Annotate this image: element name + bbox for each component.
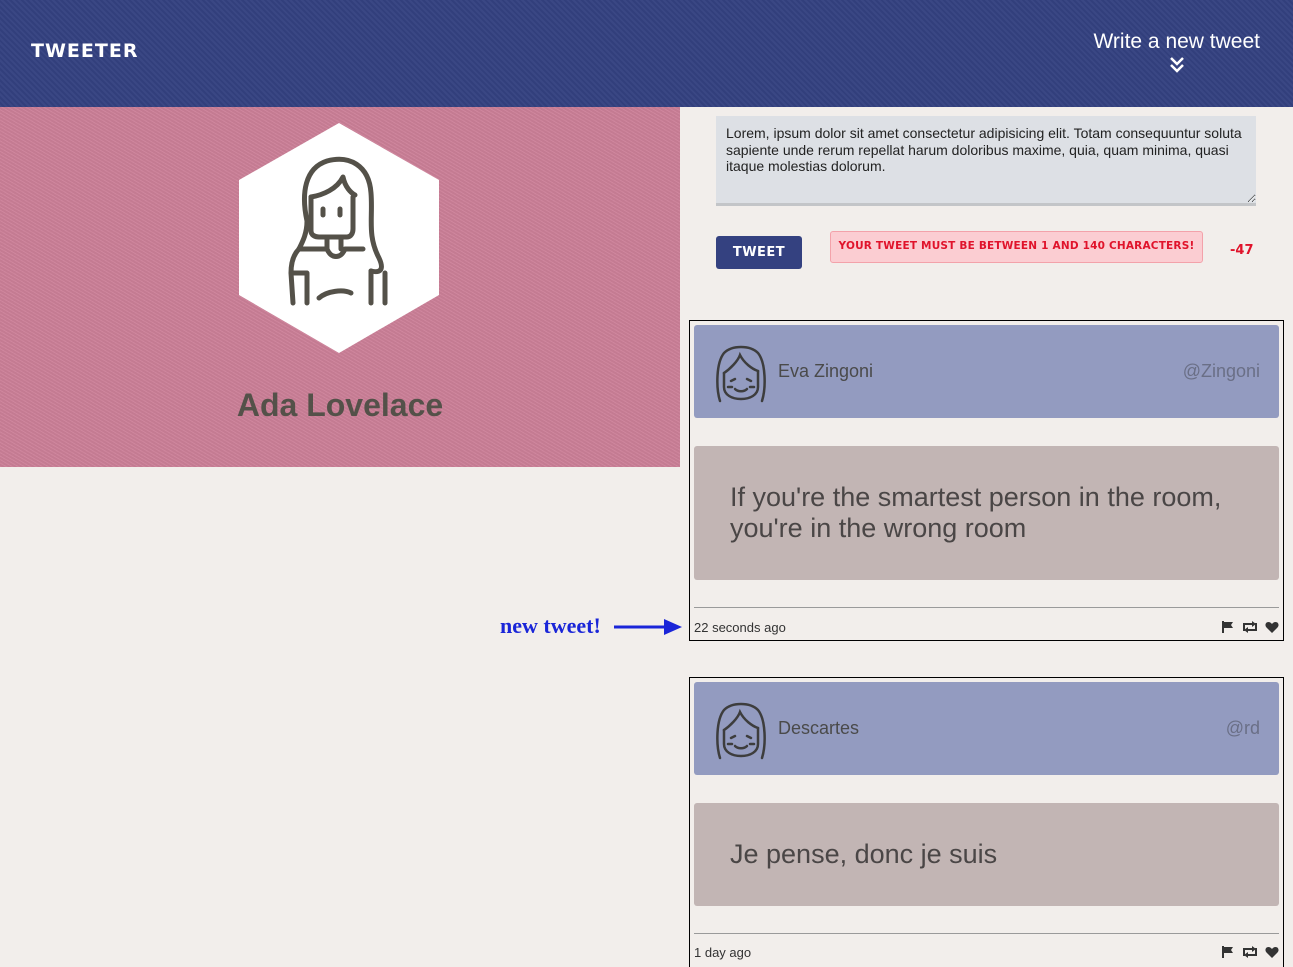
tweet-author-handle: @rd (1225, 718, 1260, 738)
user-avatar-icon (716, 345, 766, 403)
profile-banner: Ada Lovelace (0, 107, 680, 467)
tweet-timestamp: 1 day ago (694, 945, 752, 960)
arrow-right-icon (614, 619, 682, 635)
tweet-card: Eva Zingoni @Zingoni If you're the smart… (689, 320, 1284, 641)
tweet-divider (694, 933, 1279, 934)
profile-name: Ada Lovelace (236, 387, 444, 423)
tweet-author-handle: @Zingoni (1182, 361, 1260, 381)
tweet-content: If you're the smartest person in the roo… (694, 446, 1279, 580)
tweet-header: Eva Zingoni @Zingoni (694, 325, 1279, 418)
user-avatar-icon (716, 702, 766, 760)
write-new-tweet-label: Write a new tweet (1093, 30, 1260, 53)
tweet-timestamp: 22 seconds ago (694, 620, 786, 635)
avatar-girl-icon (239, 123, 439, 353)
new-tweet-annotation: new tweet! (500, 613, 601, 638)
heart-icon[interactable] (1265, 946, 1279, 959)
tweet-textarea[interactable]: Lorem, ipsum dolor sit amet consectetur … (716, 116, 1256, 206)
flag-icon[interactable] (1221, 620, 1235, 634)
tweet-submit-button[interactable]: Tweet (716, 236, 802, 269)
tweet-author-name: Descartes (778, 718, 860, 738)
retweet-icon[interactable] (1241, 945, 1259, 959)
heart-icon[interactable] (1265, 621, 1279, 634)
flag-icon[interactable] (1221, 945, 1235, 959)
write-new-tweet-link[interactable]: Write a new tweet (1093, 30, 1260, 74)
tweet-header: Descartes @rd (694, 682, 1279, 775)
new-tweet-form: Lorem, ipsum dolor sit amet consectetur … (716, 116, 1256, 269)
retweet-icon[interactable] (1241, 620, 1259, 634)
tweet-card: Descartes @rd Je pense, donc je suis 1 d… (689, 677, 1284, 967)
tweet-author-name: Eva Zingoni (778, 361, 874, 381)
tweet-text: If you're the smartest person in the roo… (730, 482, 1222, 543)
error-message: Your tweet must be between 1 and 140 cha… (830, 231, 1203, 263)
tweet-actions (1221, 620, 1279, 634)
top-nav: TWEETER Write a new tweet (0, 0, 1293, 107)
brand-logo[interactable]: TWEETER (31, 40, 138, 62)
tweet-text: Je pense, donc je suis (730, 839, 998, 869)
character-counter: -47 (1230, 243, 1254, 258)
double-chevron-down-icon (1169, 57, 1184, 73)
tweet-content: Je pense, donc je suis (694, 803, 1279, 906)
profile-avatar (239, 123, 439, 353)
tweet-actions (1221, 945, 1279, 959)
tweet-divider (694, 607, 1279, 608)
